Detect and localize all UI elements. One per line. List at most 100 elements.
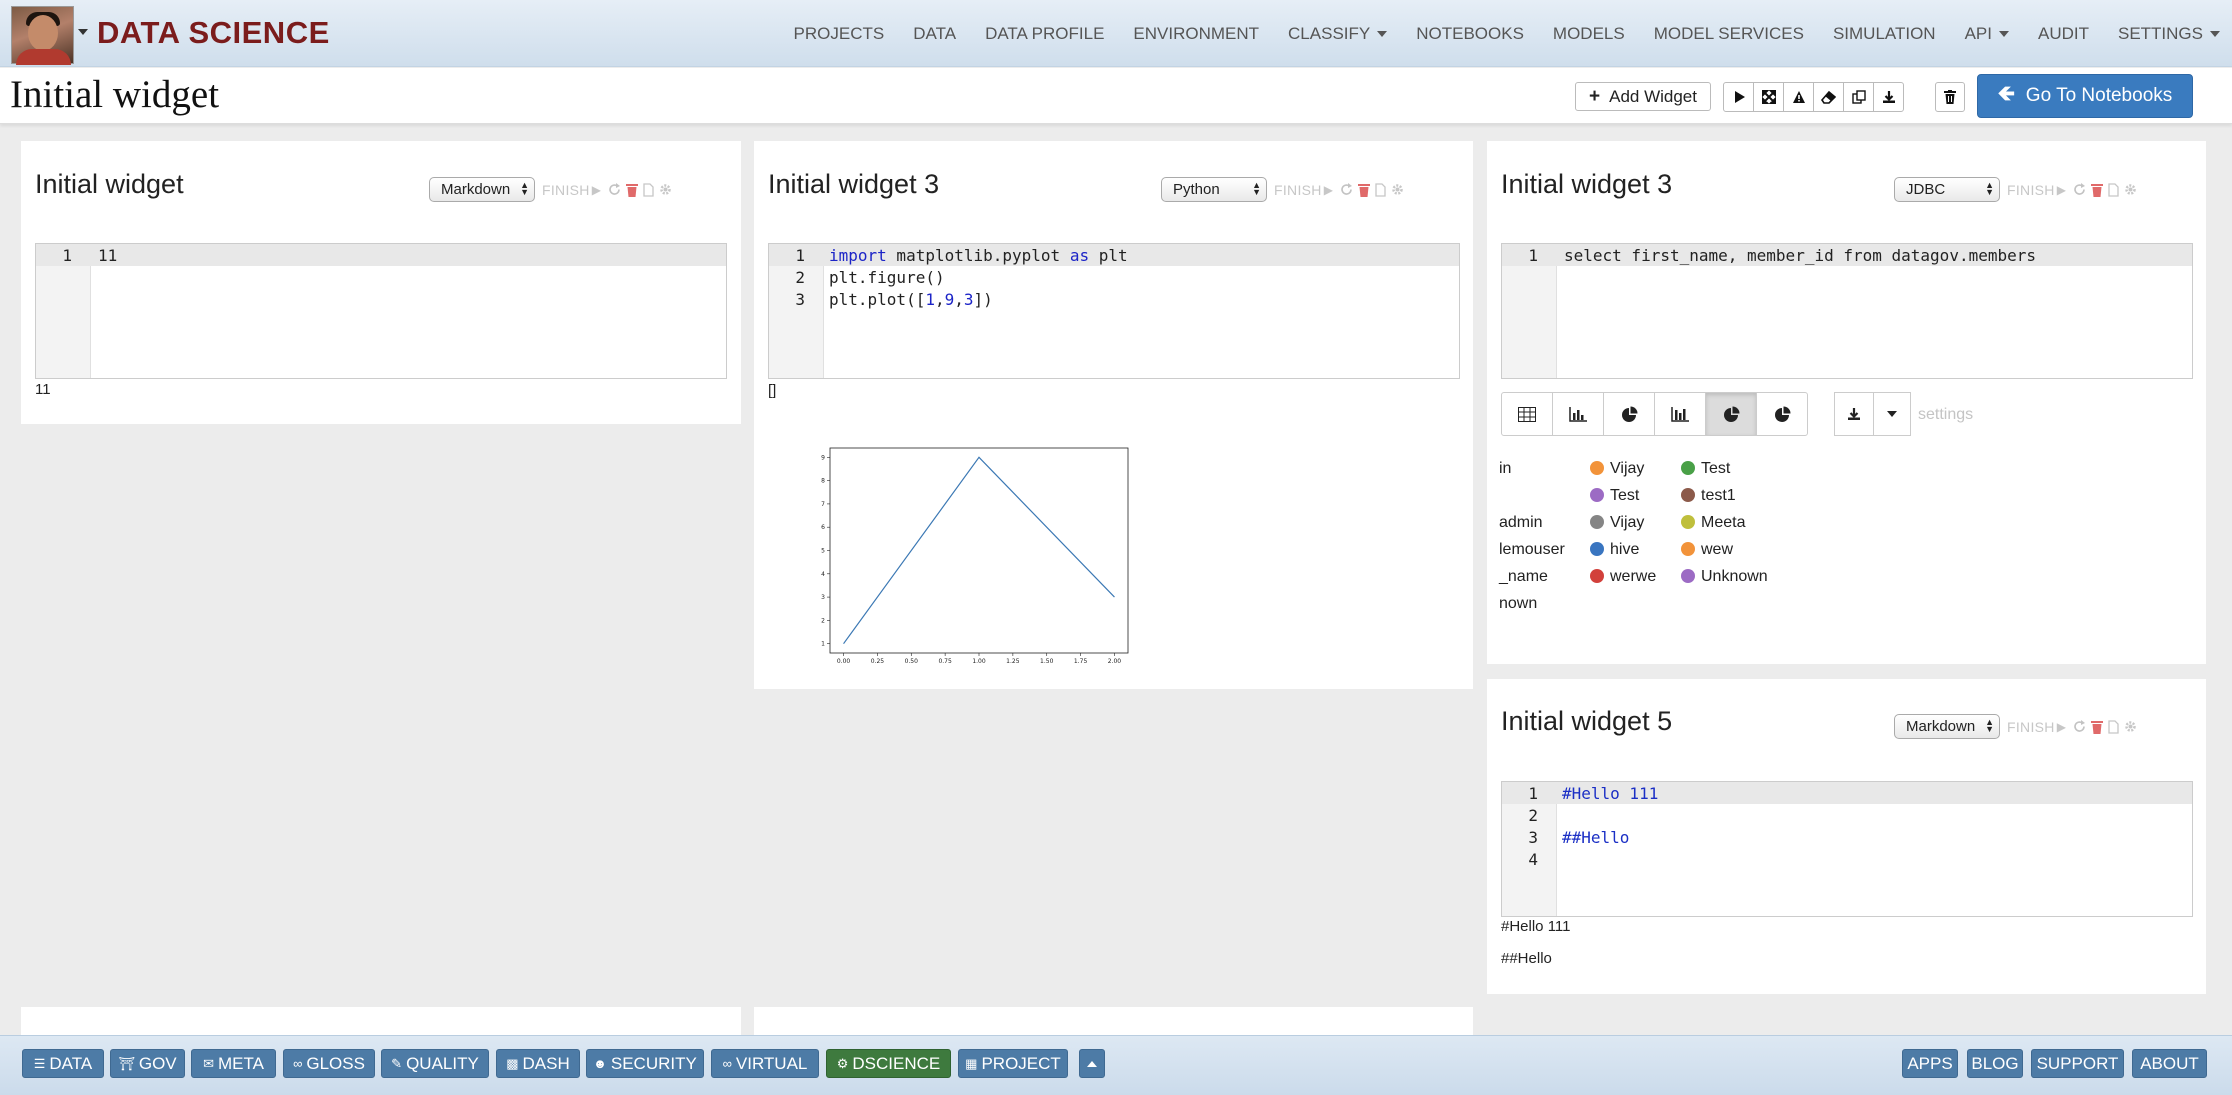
nav-classify[interactable]: CLASSIFY: [1288, 24, 1388, 44]
brand-title[interactable]: DATA SCIENCE: [97, 15, 330, 51]
user-avatar[interactable]: [11, 6, 74, 65]
play-icon[interactable]: ▶: [2057, 720, 2066, 734]
language-select[interactable]: Python ▲ ▼: [1161, 177, 1267, 202]
bottom-gov-button[interactable]: ⛩ GOV: [110, 1049, 185, 1078]
play-icon[interactable]: ▶: [1324, 183, 1333, 197]
play-icon[interactable]: ▶: [2057, 183, 2066, 197]
bottom-blog-button[interactable]: BLOG: [1967, 1049, 2023, 1078]
code-editor[interactable]: 1 #Hello 111 2 3 ##Hello 4: [1501, 781, 2193, 917]
file-icon[interactable]: [2108, 719, 2119, 734]
bottom-meta-button[interactable]: ✉ META: [191, 1049, 276, 1078]
nav-projects[interactable]: PROJECTS: [794, 24, 885, 44]
refresh-icon[interactable]: [608, 183, 621, 196]
collapse-toolbar-button[interactable]: [1079, 1049, 1105, 1078]
nav-api[interactable]: API: [1965, 24, 2009, 44]
export-button[interactable]: [1834, 392, 1874, 436]
legend-item-label: hive: [1610, 541, 1640, 558]
user-menu-caret-icon[interactable]: [78, 29, 88, 35]
visualization-toolbar: [1501, 392, 1808, 436]
legend-item[interactable]: hive: [1590, 536, 1656, 563]
bottom-about-button[interactable]: ABOUT: [2132, 1049, 2207, 1078]
trash-icon[interactable]: [625, 183, 638, 197]
nav-data[interactable]: DATA: [913, 24, 956, 44]
trash-icon[interactable]: [1357, 183, 1370, 197]
play-icon[interactable]: ▶: [592, 183, 601, 197]
bottom-dash-button[interactable]: ▩ DASH: [496, 1049, 580, 1078]
legend-item[interactable]: test1: [1681, 482, 1768, 509]
nav-audit[interactable]: AUDIT: [2038, 24, 2089, 44]
nav-notebooks[interactable]: NOTEBOOKS: [1416, 24, 1524, 44]
finish-button[interactable]: FINISH: [1274, 182, 1322, 198]
table-view-button[interactable]: [1501, 392, 1553, 436]
bottom-quality-button[interactable]: ✎ QUALITY: [381, 1049, 489, 1078]
file-icon[interactable]: [2108, 182, 2119, 197]
legend-item[interactable]: werwe: [1590, 563, 1656, 590]
gear-icon[interactable]: [2124, 720, 2137, 733]
bottom-virtual-button[interactable]: ∞ VIRTUAL: [711, 1049, 819, 1078]
trash-icon[interactable]: [2090, 720, 2103, 734]
legend-item[interactable]: wew: [1681, 536, 1768, 563]
legend-label: nown: [1499, 595, 1538, 612]
file-icon[interactable]: [643, 182, 654, 197]
pie-chart-icon: [1774, 406, 1790, 422]
refresh-icon[interactable]: [1340, 183, 1353, 196]
legend-item[interactable]: Unknown: [1681, 563, 1768, 590]
pie-chart-button[interactable]: [1603, 392, 1655, 436]
finish-button[interactable]: FINISH: [2007, 719, 2055, 735]
trash-icon[interactable]: [2090, 183, 2103, 197]
widget-title: Initial widget 3: [1501, 169, 1673, 199]
nav-settings[interactable]: SETTINGS: [2118, 24, 2220, 44]
bottom-data-button[interactable]: ☰ DATA: [22, 1049, 104, 1078]
refresh-icon[interactable]: [2073, 183, 2086, 196]
refresh-icon[interactable]: [2073, 720, 2086, 733]
language-select[interactable]: JDBC ▲ ▼: [1894, 177, 2000, 202]
bar-chart-alt-button[interactable]: [1654, 392, 1706, 436]
legend-dot-icon: [1590, 569, 1604, 583]
pie-chart-active-button[interactable]: [1705, 392, 1757, 436]
bottom-security-button[interactable]: ☻ SECURITY: [586, 1049, 704, 1078]
expand-button[interactable]: [1753, 82, 1784, 112]
nav-model-services[interactable]: MODEL SERVICES: [1654, 24, 1804, 44]
x-tick-label: 0.00: [837, 658, 851, 665]
nav-environment[interactable]: ENVIRONMENT: [1133, 24, 1259, 44]
legend-item[interactable]: Meeta: [1681, 509, 1768, 536]
language-select[interactable]: Markdown ▲ ▼: [1894, 714, 2000, 739]
export-dropdown-button[interactable]: [1873, 392, 1911, 436]
add-widget-button[interactable]: + Add Widget: [1575, 82, 1711, 111]
finish-button[interactable]: FINISH: [2007, 182, 2055, 198]
code-editor[interactable]: 1 11: [35, 243, 727, 379]
bottom-apps-button[interactable]: APPS: [1902, 1049, 1958, 1078]
finish-button[interactable]: FINISH: [542, 182, 590, 198]
download-button[interactable]: [1873, 82, 1904, 112]
bottom-project-button[interactable]: ▦ PROJECT: [958, 1049, 1068, 1078]
bottom-support-button[interactable]: SUPPORT: [2031, 1049, 2124, 1078]
warning-button[interactable]: [1783, 82, 1814, 112]
legend-dot-icon: [1590, 515, 1604, 529]
legend-item[interactable]: Vijay: [1590, 455, 1656, 482]
nav-models[interactable]: MODELS: [1553, 24, 1625, 44]
file-icon[interactable]: [1375, 182, 1386, 197]
gear-icon[interactable]: [659, 183, 672, 196]
legend-item[interactable]: Test: [1681, 455, 1768, 482]
bottom-gloss-button[interactable]: ∞ GLOSS: [283, 1049, 375, 1078]
clear-button[interactable]: [1813, 82, 1844, 112]
gear-icon[interactable]: [2124, 183, 2137, 196]
delete-notebook-button[interactable]: [1935, 82, 1965, 112]
legend-item[interactable]: Test: [1590, 482, 1656, 509]
chart-settings-link[interactable]: settings: [1918, 406, 1973, 424]
copy-button[interactable]: [1843, 82, 1874, 112]
code-editor[interactable]: 1 select first_name, member_id from data…: [1501, 243, 2193, 379]
bar-chart-button[interactable]: [1552, 392, 1604, 436]
run-all-button[interactable]: [1723, 82, 1754, 112]
markdown-output: 11: [35, 381, 51, 398]
legend-item[interactable]: Vijay: [1590, 509, 1656, 536]
code-editor[interactable]: 1 import matplotlib.pyplot as plt 2 plt.…: [768, 243, 1460, 379]
go-to-notebooks-button[interactable]: 🡸 Go To Notebooks: [1977, 74, 2193, 118]
code-line: 1 import matplotlib.pyplot as plt: [769, 244, 1459, 266]
bottom-dscience-button[interactable]: ⚙ DSCIENCE: [826, 1049, 951, 1078]
nav-simulation[interactable]: SIMULATION: [1833, 24, 1936, 44]
nav-data-profile[interactable]: DATA PROFILE: [985, 24, 1104, 44]
gear-icon[interactable]: [1391, 183, 1404, 196]
pie-chart-alt-button[interactable]: [1756, 392, 1808, 436]
language-select[interactable]: Markdown ▲ ▼: [429, 177, 535, 202]
